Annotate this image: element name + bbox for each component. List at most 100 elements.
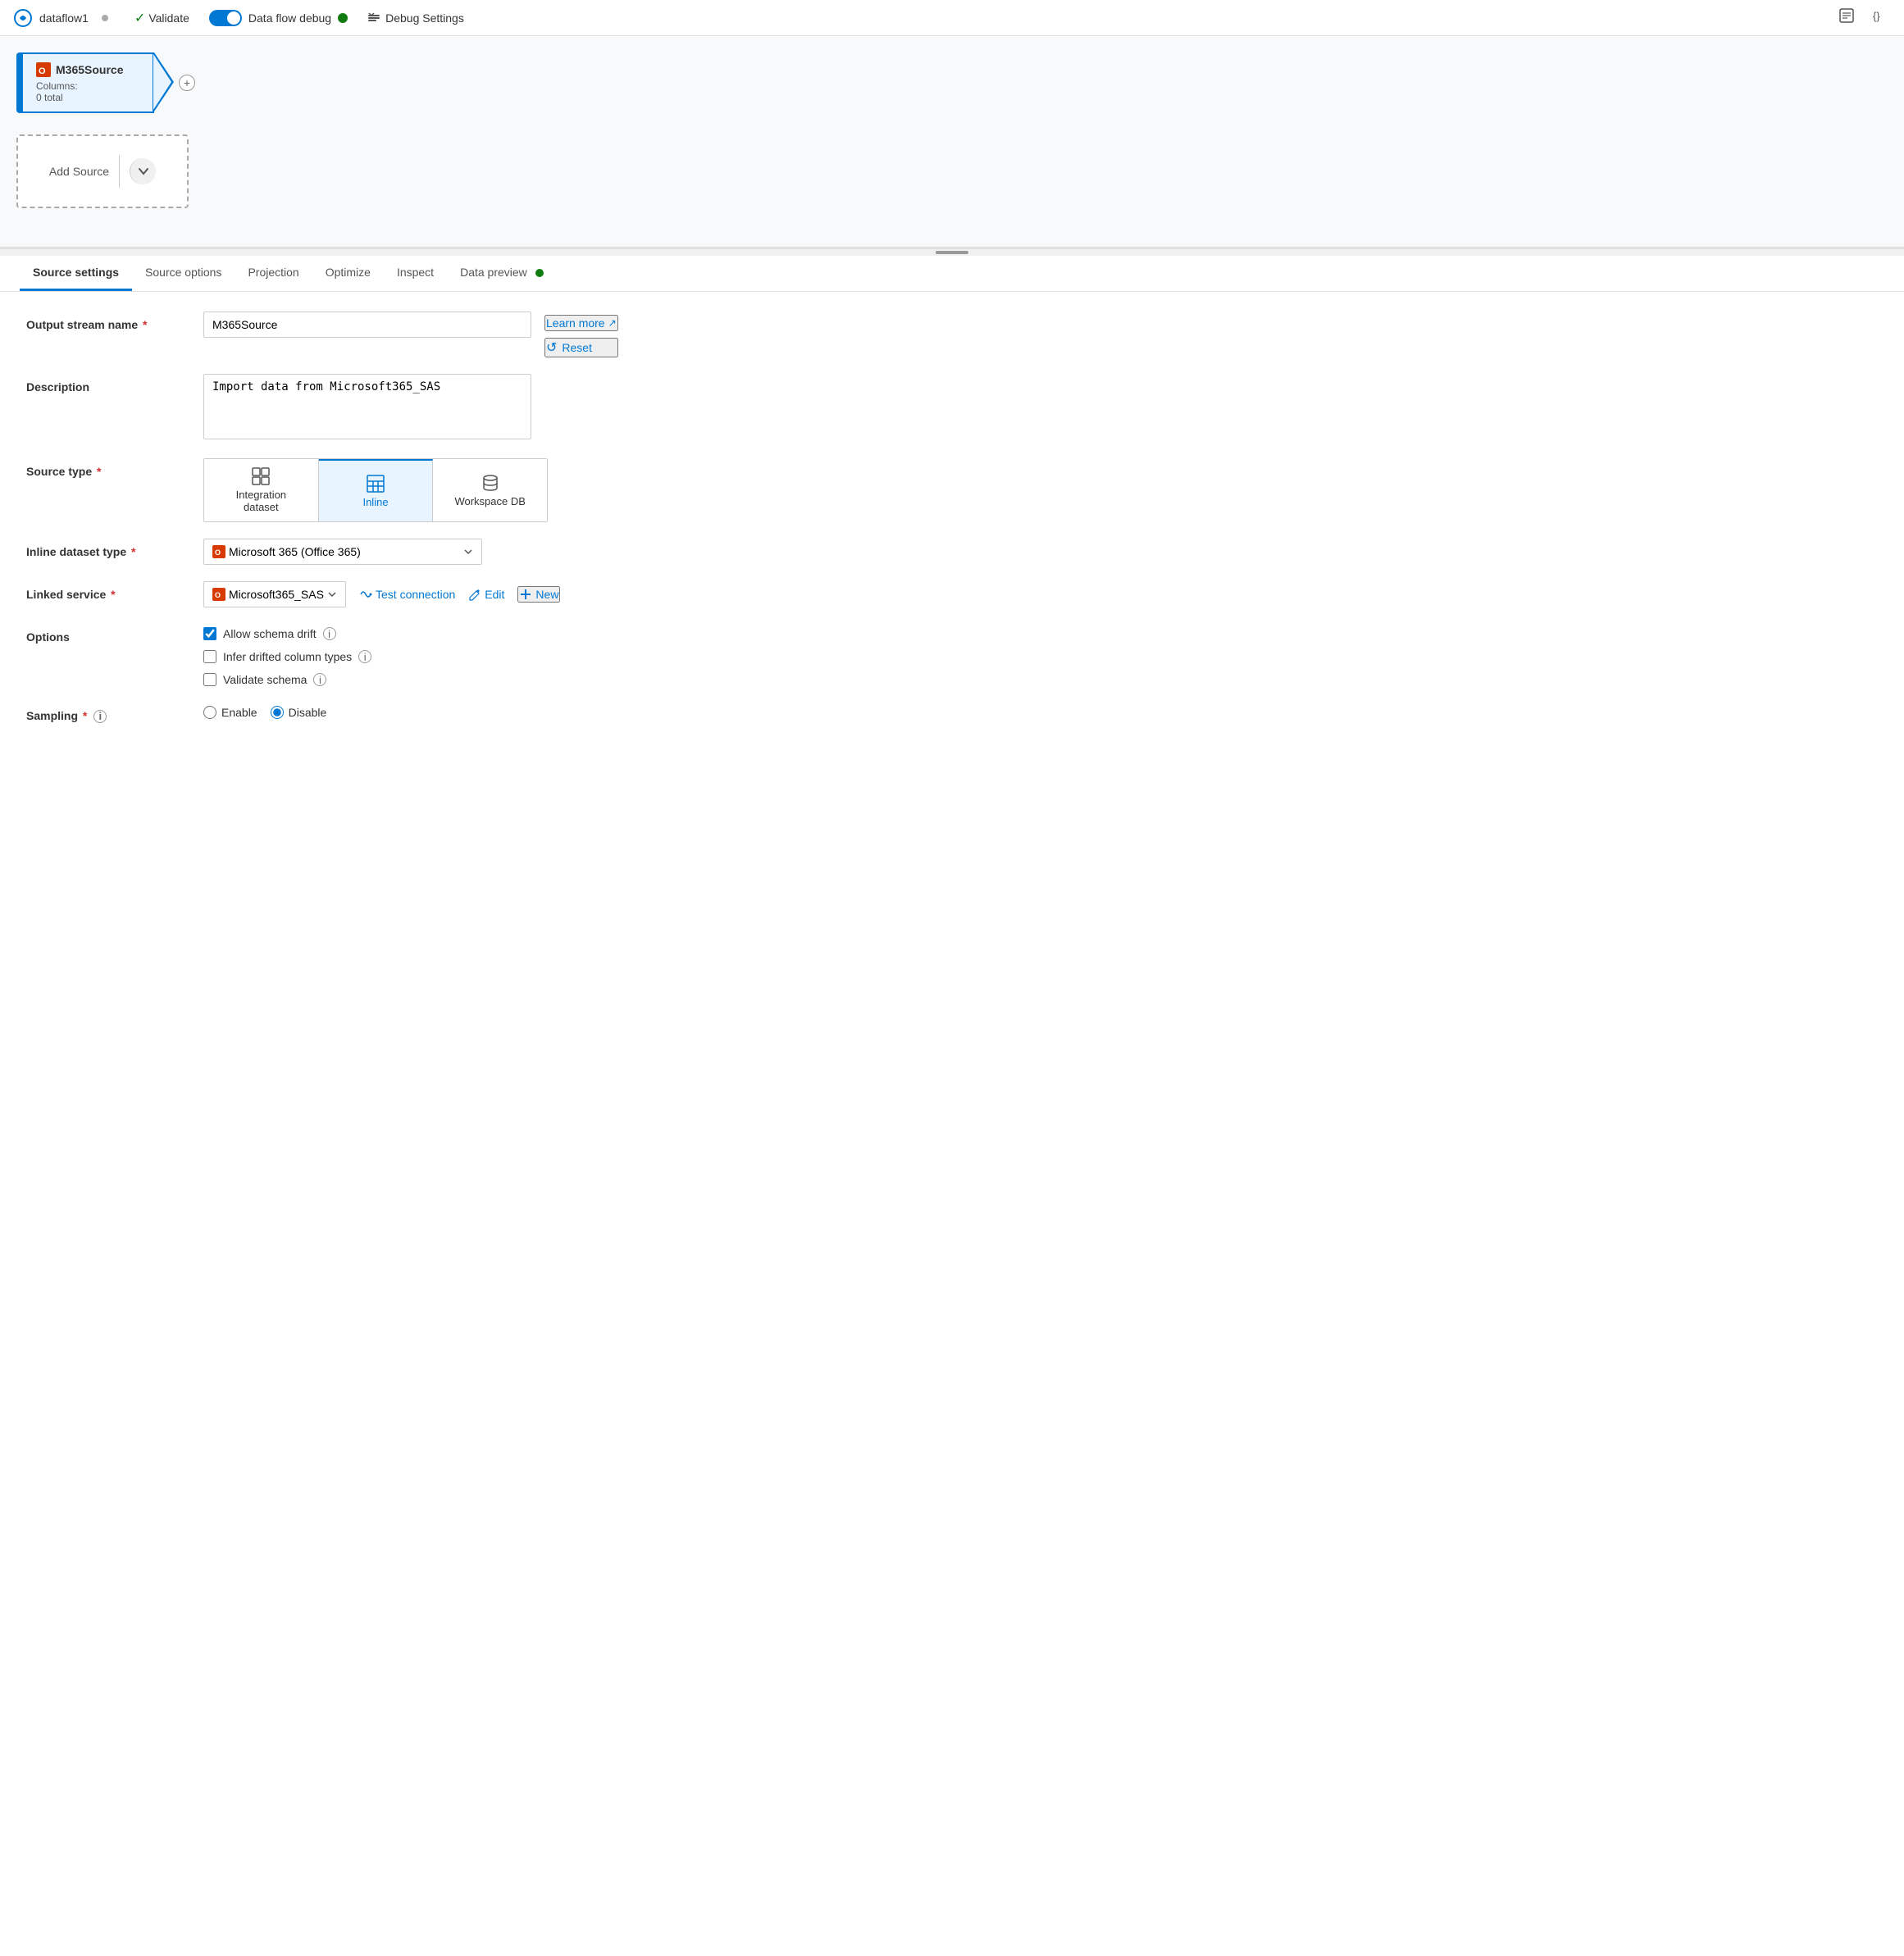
output-stream-name-input[interactable] [203, 312, 531, 338]
tab-inspect[interactable]: Inspect [384, 256, 447, 291]
linked-service-dropdown-chevron-icon [327, 589, 337, 599]
validate-button[interactable]: ✓ Validate [128, 7, 196, 30]
linked-service-select[interactable]: Microsoft365_SAS [225, 582, 327, 607]
allow-schema-drift-info-icon[interactable]: i [323, 627, 336, 640]
tab-projection[interactable]: Projection [235, 256, 312, 291]
resize-bar [936, 251, 968, 254]
chevron-down-icon [138, 166, 149, 177]
sampling-enable-radio[interactable] [203, 706, 216, 719]
validate-schema-checkbox[interactable] [203, 673, 216, 686]
required-star-1: * [143, 318, 147, 331]
required-star-4: * [111, 588, 115, 601]
options-row: Options Allow schema drift i Infer drift… [26, 624, 1878, 686]
app-logo-icon [13, 8, 33, 28]
add-source-label: Add Source [49, 165, 109, 178]
tab-source-options[interactable]: Source options [132, 256, 235, 291]
description-row: Description Import data from Microsoft36… [26, 374, 1878, 442]
tab-optimize-label: Optimize [326, 266, 371, 279]
infer-drifted-checkbox[interactable] [203, 650, 216, 663]
tab-data-preview-label: Data preview [460, 266, 527, 279]
edit-icon [468, 588, 481, 601]
source-type-group: Integration dataset Inline [203, 458, 548, 522]
node-plus-button[interactable]: + [179, 75, 195, 91]
required-star-3: * [131, 545, 135, 558]
learn-more-area: Learn more ↗ ↺ Reset [544, 312, 618, 357]
validate-schema-info-icon[interactable]: i [313, 673, 326, 686]
description-label: Description [26, 374, 190, 393]
new-linked-service-button[interactable]: New [517, 586, 560, 603]
sampling-info-icon[interactable]: i [93, 710, 107, 723]
workspace-db-label: Workspace DB [454, 495, 525, 507]
panel-content: Output stream name * Learn more ↗ ↺ Rese… [0, 292, 1904, 759]
add-source-node[interactable]: Add Source [16, 134, 189, 208]
bottom-panel: Source settings Source options Projectio… [0, 256, 1904, 759]
node-left-bar [16, 52, 23, 113]
infer-drifted-info-icon[interactable]: i [358, 650, 371, 663]
output-stream-name-label: Output stream name * [26, 312, 190, 331]
linked-service-label: Linked service * [26, 581, 190, 601]
learn-more-link[interactable]: Learn more ↗ [544, 315, 618, 331]
reset-label: Reset [562, 341, 592, 354]
code-button[interactable]: {} [1868, 4, 1891, 31]
debug-toggle-switch[interactable] [209, 10, 242, 26]
source-type-integration-dataset[interactable]: Integration dataset [204, 459, 319, 521]
reset-button[interactable]: ↺ Reset [544, 338, 618, 357]
validate-schema-label: Validate schema [223, 673, 307, 686]
tab-source-settings[interactable]: Source settings [20, 256, 132, 291]
description-control: Import data from Microsoft365_SAS [203, 374, 531, 442]
source-type-label: Source type * [26, 458, 190, 478]
output-stream-name-control [203, 312, 531, 338]
toolbar: ✓ Validate Data flow debug Debug Setting… [128, 7, 1835, 30]
node-body: O M365Source Columns: 0 total [23, 52, 154, 113]
code-icon: {} [1871, 7, 1888, 24]
office365-linked-service-icon: O [212, 588, 225, 601]
top-bar: dataflow1 ✓ Validate Data flow debug Deb… [0, 0, 1904, 36]
validate-label: Validate [148, 11, 189, 25]
linked-service-control: O Microsoft365_SAS Test connection [203, 581, 560, 607]
tab-source-settings-label: Source settings [33, 266, 119, 279]
debug-status-dot [338, 13, 348, 23]
validate-schema-row: Validate schema i [203, 673, 371, 686]
inline-dataset-type-dropdown: O Microsoft 365 (Office 365) [203, 539, 482, 565]
edit-label: Edit [485, 588, 504, 601]
inline-dataset-type-label: Inline dataset type * [26, 539, 190, 558]
sampling-enable-label: Enable [221, 706, 257, 719]
linked-service-row: Linked service * O Microsoft365_SAS [26, 581, 1878, 607]
test-connection-button[interactable]: Test connection [359, 588, 455, 601]
output-stream-name-row: Output stream name * Learn more ↗ ↺ Rese… [26, 312, 1878, 357]
sampling-radio-group: Enable Disable [203, 703, 326, 719]
integration-dataset-icon [252, 467, 270, 485]
add-source-chevron[interactable] [130, 158, 156, 184]
inline-label: Inline [362, 496, 388, 508]
dropdown-chevron-icon [463, 547, 473, 557]
unsaved-indicator [102, 15, 108, 21]
node-meta-label: Columns: [36, 80, 78, 92]
toolbar-right: {} [1835, 4, 1891, 31]
required-star-5: * [83, 709, 87, 722]
debug-settings-button[interactable]: Debug Settings [361, 8, 471, 28]
tab-data-preview[interactable]: Data preview [447, 256, 557, 291]
allow-schema-drift-label: Allow schema drift [223, 627, 317, 640]
inline-dataset-type-control: O Microsoft 365 (Office 365) [203, 539, 531, 565]
test-connection-icon [359, 588, 372, 601]
plus-icon [519, 588, 532, 601]
svg-text:O: O [215, 591, 221, 599]
sampling-disable-radio[interactable] [271, 706, 284, 719]
m365source-node[interactable]: O M365Source Columns: 0 total + [16, 52, 154, 113]
source-type-inline[interactable]: Inline [319, 459, 434, 521]
resize-handle[interactable] [0, 249, 1904, 256]
learn-more-label: Learn more [546, 316, 605, 330]
node-meta: Columns: 0 total [36, 80, 139, 103]
inline-dataset-type-select[interactable]: Microsoft 365 (Office 365) [225, 539, 463, 564]
source-type-row: Source type * Integration dataset [26, 458, 1878, 522]
svg-text:O: O [39, 66, 46, 76]
allow-schema-drift-checkbox[interactable] [203, 627, 216, 640]
tab-optimize[interactable]: Optimize [312, 256, 384, 291]
app-title: dataflow1 [39, 11, 89, 25]
required-star-2: * [97, 465, 101, 478]
source-type-workspace-db[interactable]: Workspace DB [433, 459, 547, 521]
edit-button[interactable]: Edit [468, 588, 504, 601]
sampling-label: Sampling * i [26, 703, 190, 723]
script-button[interactable] [1835, 4, 1858, 31]
description-input[interactable]: Import data from Microsoft365_SAS [203, 374, 531, 439]
